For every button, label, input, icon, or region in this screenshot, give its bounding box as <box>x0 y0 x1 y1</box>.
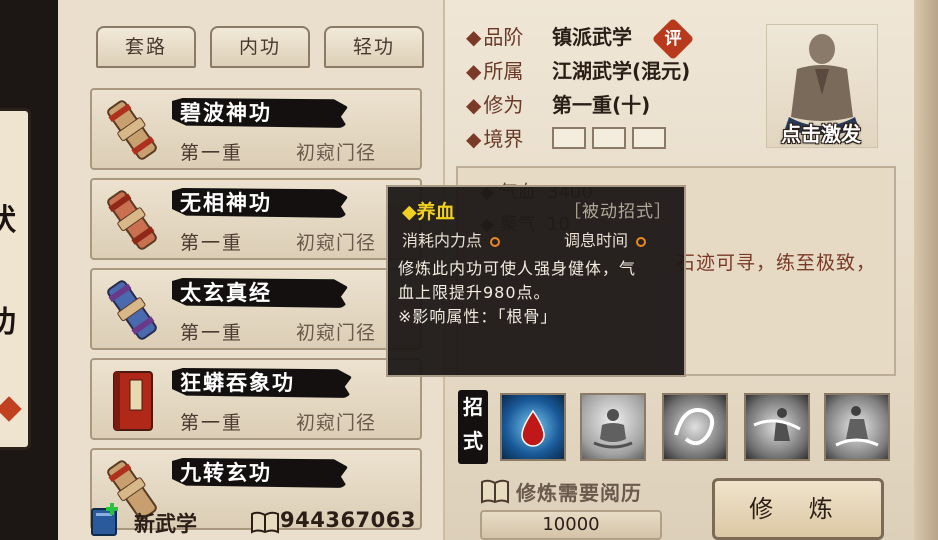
diamond-icon: ◆ <box>466 93 482 117</box>
cultivation-label: 修为 <box>483 93 524 117</box>
new-skill-label[interactable]: 新武学 <box>134 508 197 538</box>
rank-row: ◆ 品阶 镇派武学 <box>466 22 632 52</box>
cultivation-row: ◆ 修为 第一重(十) <box>466 90 650 120</box>
skill-name: 狂蟒吞象功 <box>180 370 295 395</box>
tab-inner-power[interactable]: 内功 <box>210 26 310 68</box>
skill-level: 第一重 <box>180 322 244 344</box>
diamond-icon: ◆ <box>466 127 482 151</box>
experience-book-icon <box>251 511 279 534</box>
move-tooltip: ◆养血 ［被动招式］ 消耗内力点 调息时间 修炼此内功可使人强身健体，气 血上限… <box>386 185 686 377</box>
blue-scroll-icon <box>107 280 157 340</box>
tab-lightness[interactable]: 轻功 <box>324 26 424 68</box>
skill-item[interactable]: 无相神功 第一重 初窥门径 <box>90 178 422 260</box>
requirement-label: 修炼需要阅历 <box>516 481 642 505</box>
blood-drop-move-icon <box>521 409 545 447</box>
skill-level: 第一重 <box>180 142 244 164</box>
affiliation-label: 所属 <box>483 59 524 83</box>
time-row: 调息时间 <box>564 227 647 251</box>
realm-row: ◆ 境界 <box>466 124 523 154</box>
affiliation-value: 江湖武学(混元) <box>552 59 691 83</box>
realm-box <box>592 127 626 149</box>
time-label: 调息时间 <box>564 231 629 250</box>
new-skill-book-icon[interactable] <box>90 503 122 537</box>
skill-name: 碧波神功 <box>180 100 272 125</box>
cost-row: 消耗内力点 <box>402 227 501 251</box>
ring-icon <box>636 236 647 247</box>
moves-label-top: 招 <box>463 395 483 419</box>
right-scroll-edge <box>914 0 938 540</box>
meditation-move-icon <box>593 409 633 449</box>
move-slot[interactable] <box>662 393 728 461</box>
tooltip-title: ◆养血 <box>402 201 455 223</box>
skill-stage: 初窥门径 <box>296 142 377 164</box>
skill-list[interactable]: 碧波神功 第一重 初窥门径 无相神功 第一重 初窥门径 太玄真经 第一重 初窥门… <box>82 82 434 540</box>
move-slot[interactable] <box>824 393 890 461</box>
skill-name: 无相神功 <box>180 190 272 215</box>
activate-label[interactable]: 点击激发 <box>766 118 876 147</box>
diamond-icon: ◆ <box>466 25 482 49</box>
skill-stage: 初窥门径 <box>296 412 377 434</box>
cost-label: 消耗内力点 <box>402 231 483 250</box>
left-edge-glyph: 功 <box>0 305 16 340</box>
skill-level: 第一重 <box>180 232 244 254</box>
skill-stage: 初窥门径 <box>296 232 377 254</box>
rank-value: 镇派武学 <box>552 25 632 49</box>
rank-label: 品阶 <box>483 25 524 49</box>
game-screen: 状 功 套路 内功 轻功 碧波神功 第一重 初窥门径 无相神功 第一重 初窥门径… <box>0 0 938 540</box>
left-edge-glyph: 状 <box>0 203 16 238</box>
moves-label-bottom: 式 <box>463 429 483 453</box>
palm-move-icon <box>753 408 801 441</box>
move-slot[interactable] <box>744 393 810 461</box>
experience-value: 944367063 <box>280 508 417 532</box>
ring-icon <box>490 236 501 247</box>
tooltip-line: 修炼此内功可使人强身健体，气 <box>398 259 637 278</box>
tab-routines[interactable]: 套路 <box>96 26 196 68</box>
tooltip-title-text: 养血 <box>416 201 455 223</box>
diamond-icon: ◆ <box>466 59 482 83</box>
tooltip-line: ※影响属性：「根骨」 <box>398 307 558 326</box>
move-slot[interactable] <box>580 393 646 461</box>
skill-item[interactable]: 狂蟒吞象功 第一重 初窥门径 <box>90 358 422 440</box>
skill-item[interactable]: 太玄真经 第一重 初窥门径 <box>90 268 422 350</box>
skill-name: 太玄真经 <box>180 280 272 305</box>
scroll-icon <box>107 100 157 160</box>
realm-box <box>552 127 586 149</box>
cultivate-button[interactable]: 修 炼 <box>712 478 884 540</box>
move-slot[interactable] <box>500 393 566 461</box>
book-icon <box>113 371 153 431</box>
experience-book-icon <box>481 479 509 504</box>
skill-name: 九转玄功 <box>180 460 272 485</box>
stance-move-icon <box>835 406 879 447</box>
skill-item[interactable]: 碧波神功 第一重 初窥门径 <box>90 88 422 170</box>
moves-label: 招式 <box>458 390 488 464</box>
scroll-icon <box>107 190 157 250</box>
affiliation-row: ◆ 所属 江湖武学(混元) <box>466 56 690 86</box>
spiral-move-icon <box>674 408 715 446</box>
tooltip-type: ［被动招式］ <box>564 202 672 222</box>
skill-level: 第一重 <box>180 412 244 434</box>
description-text: 石迹可寻，练至极致， <box>676 252 877 274</box>
requirement-value: 10000 <box>480 510 662 540</box>
realm-label: 境界 <box>483 127 524 151</box>
skill-stage: 初窥门径 <box>296 322 377 344</box>
eval-badge[interactable]: 评 <box>658 24 688 54</box>
tooltip-line: 血上限提升980点。 <box>398 283 551 302</box>
cultivation-value: 第一重(十) <box>552 93 651 117</box>
realm-box <box>632 127 666 149</box>
